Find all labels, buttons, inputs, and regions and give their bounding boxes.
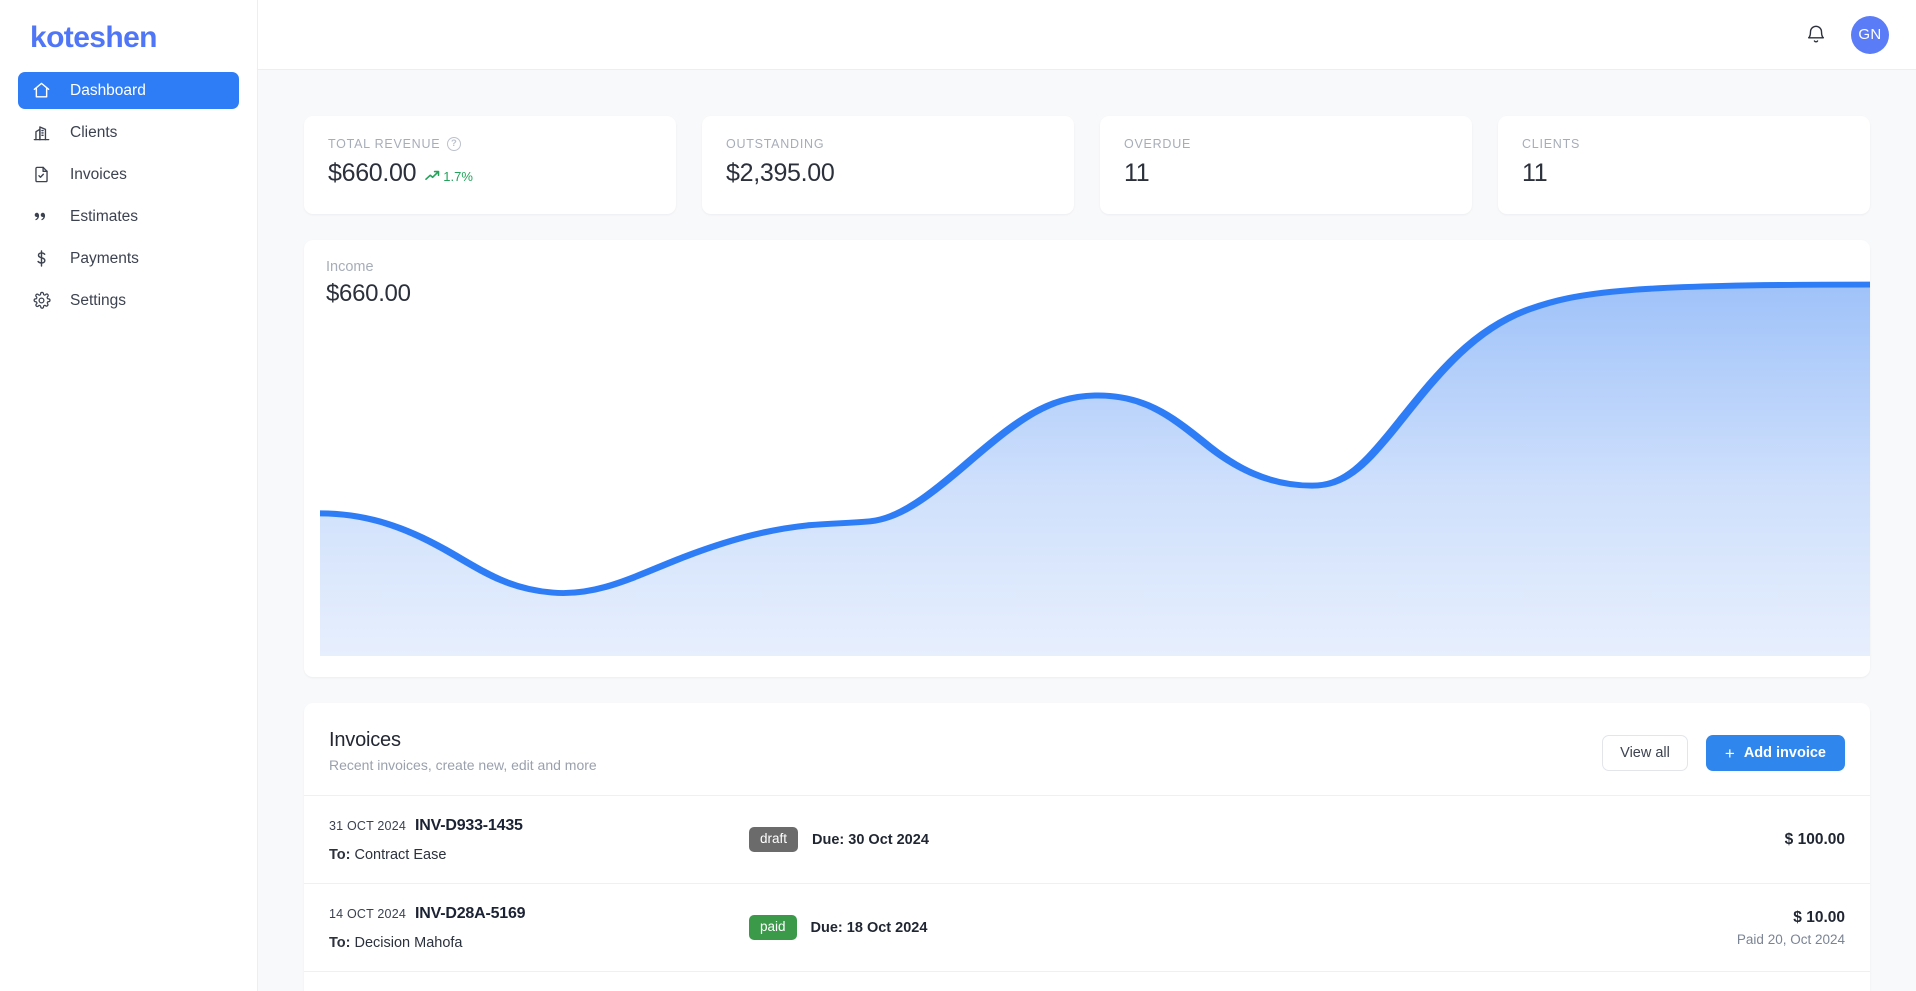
sidebar-item-label: Payments [70, 249, 139, 267]
invoice-date: 14 OCT 2024 [329, 906, 407, 921]
sidebar-item-label: Settings [70, 291, 127, 309]
stat-label: OVERDUE [1124, 137, 1448, 151]
invoice-to-name: Contract Ease [354, 846, 447, 863]
table-row[interactable]: 31 OCT 2024 INV-D933-1435 To: Contract E… [304, 795, 1870, 883]
invoices-actions: View all + Add invoice [1602, 729, 1845, 771]
invoice-due-date: Due: 18 Oct 2024 [810, 919, 928, 936]
invoice-amount: $ 10.00 [1793, 908, 1845, 926]
invoices-subtitle: Recent invoices, create new, edit and mo… [329, 757, 597, 773]
invoice-identity: 31 OCT 2024 INV-D933-1435 To: Contract E… [329, 817, 749, 863]
invoice-recipient: To: Contract Ease [329, 847, 749, 863]
chart-area-fill [320, 284, 1870, 656]
plus-icon: + [1724, 743, 1735, 763]
sidebar-nav: Dashboard Clients Invoices Estimates Pay… [0, 62, 257, 319]
invoices-heading-block: Invoices Recent invoices, create new, ed… [329, 729, 597, 773]
table-row[interactable] [304, 971, 1870, 991]
chart-label: Income [326, 259, 374, 275]
info-icon[interactable]: ? [447, 137, 462, 151]
stat-delta: 1.7% [425, 169, 473, 184]
stat-cards: TOTAL REVENUE ? $660.00 1.7% OUTSTANDING… [304, 116, 1870, 214]
stat-card-overdue: OVERDUE 11 [1100, 116, 1472, 214]
building-icon [32, 123, 51, 142]
quote-icon [32, 207, 51, 226]
stat-value: 11 [1124, 159, 1150, 187]
table-row[interactable]: 14 OCT 2024 INV-D28A-5169 To: Decision M… [304, 883, 1870, 971]
trend-up-icon [425, 169, 440, 184]
home-icon [32, 81, 51, 100]
stat-value-row: 11 [1124, 159, 1448, 188]
topbar: GN [258, 0, 1916, 70]
app-root: koteshen Dashboard Clients Invoices Esti… [0, 0, 1916, 991]
income-chart-card: Income $660.00 [304, 240, 1870, 677]
avatar[interactable]: GN [1851, 15, 1889, 54]
document-check-icon [32, 165, 51, 184]
stat-label: TOTAL REVENUE ? [328, 137, 652, 151]
dollar-icon [32, 249, 51, 268]
stat-label-text: OVERDUE [1124, 137, 1192, 151]
sidebar: koteshen Dashboard Clients Invoices Esti… [0, 0, 258, 991]
stat-card-outstanding: OUTSTANDING $2,395.00 [702, 116, 1074, 214]
stat-value-row: $660.00 1.7% [328, 159, 652, 188]
stat-label: CLIENTS [1522, 137, 1846, 151]
stat-value-row: $2,395.00 [726, 159, 1050, 188]
stat-card-clients: CLIENTS 11 [1498, 116, 1870, 214]
dashboard-content: TOTAL REVENUE ? $660.00 1.7% OUTSTANDING… [258, 70, 1916, 991]
invoice-to-label: To: [329, 846, 351, 863]
invoice-line-1: 31 OCT 2024 INV-D933-1435 [329, 817, 749, 835]
stat-value: $2,395.00 [726, 159, 835, 187]
status-badge: paid [749, 915, 797, 940]
add-invoice-button[interactable]: + Add invoice [1705, 735, 1845, 771]
stat-value: 11 [1522, 159, 1548, 187]
add-invoice-label: Add invoice [1743, 745, 1826, 761]
chart-header: Income $660.00 [304, 240, 1870, 308]
invoice-amount: $ 100.00 [1784, 830, 1845, 848]
stat-card-total-revenue: TOTAL REVENUE ? $660.00 1.7% [304, 116, 676, 214]
sidebar-item-clients[interactable]: Clients [18, 114, 239, 151]
view-all-button[interactable]: View all [1602, 735, 1688, 771]
stat-label: OUTSTANDING [726, 137, 1050, 151]
sidebar-item-label: Clients [70, 123, 118, 141]
brand-logo[interactable]: koteshen [0, 0, 257, 62]
invoice-due-date: Due: 30 Oct 2024 [812, 831, 929, 848]
invoice-status-block: paid Due: 18 Oct 2024 [749, 915, 1615, 940]
invoice-identity: 14 OCT 2024 INV-D28A-5169 To: Decision M… [329, 905, 749, 951]
sidebar-item-label: Dashboard [70, 81, 146, 99]
chart-total-value: $660.00 [326, 280, 411, 307]
bell-icon[interactable] [1805, 24, 1827, 46]
invoice-date: 31 OCT 2024 [329, 818, 407, 833]
invoices-card: Invoices Recent invoices, create new, ed… [304, 703, 1870, 991]
sidebar-item-dashboard[interactable]: Dashboard [18, 72, 239, 109]
sidebar-item-label: Estimates [70, 207, 139, 225]
invoice-number: INV-D933-1435 [415, 816, 523, 834]
sidebar-item-label: Invoices [70, 165, 127, 183]
stat-value: $660.00 [328, 159, 417, 187]
sidebar-item-estimates[interactable]: Estimates [18, 198, 239, 235]
invoice-to-label: To: [329, 934, 351, 951]
invoice-line-1: 14 OCT 2024 INV-D28A-5169 [329, 905, 749, 923]
invoice-status-block: draft Due: 30 Oct 2024 [749, 827, 1615, 852]
sidebar-item-settings[interactable]: Settings [18, 282, 239, 319]
invoices-header: Invoices Recent invoices, create new, ed… [304, 703, 1870, 795]
gear-icon [32, 291, 51, 310]
invoice-amount-block: $ 10.00 Paid 20, Oct 2024 [1615, 909, 1845, 947]
stat-value-row: 11 [1522, 159, 1846, 188]
invoice-amount-block: $ 100.00 [1615, 831, 1845, 849]
stat-label-text: TOTAL REVENUE [328, 137, 441, 151]
invoice-number: INV-D28A-5169 [415, 904, 526, 922]
main-area: GN TOTAL REVENUE ? $660.00 1.7% OUTSTAND… [258, 0, 1916, 991]
status-badge: draft [749, 827, 799, 852]
sidebar-item-invoices[interactable]: Invoices [18, 156, 239, 193]
invoice-to-name: Decision Mahofa [354, 934, 463, 951]
invoices-title: Invoices [329, 729, 401, 751]
stat-delta-text: 1.7% [443, 169, 473, 184]
sidebar-item-payments[interactable]: Payments [18, 240, 239, 277]
invoice-recipient: To: Decision Mahofa [329, 935, 749, 951]
invoice-paid-note: Paid 20, Oct 2024 [1736, 931, 1845, 947]
stat-label-text: OUTSTANDING [726, 137, 825, 151]
stat-label-text: CLIENTS [1522, 137, 1581, 151]
